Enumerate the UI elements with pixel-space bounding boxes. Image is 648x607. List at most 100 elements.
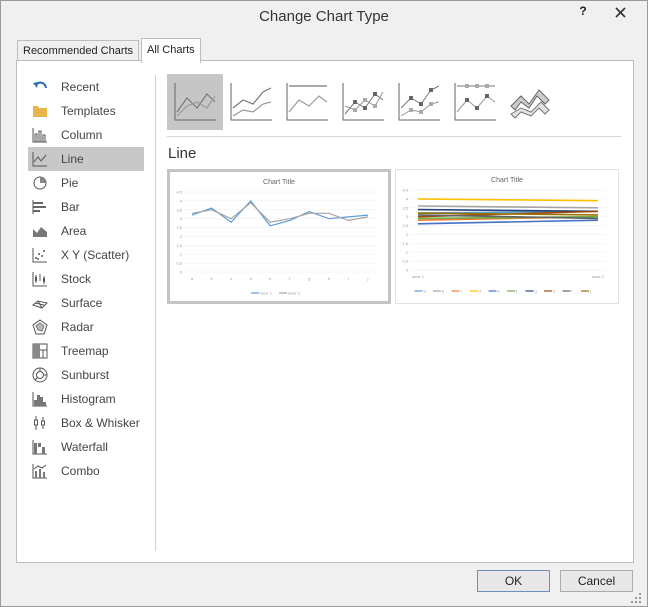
stacked-100-line-markers-subtype-icon: [454, 83, 496, 121]
line-markers-subtype-icon: [342, 83, 384, 121]
sidebar-item-label: Area: [61, 224, 87, 238]
tab-all-charts[interactable]: All Charts: [141, 38, 201, 63]
sidebar-item-line[interactable]: Line: [28, 147, 144, 171]
legend-label: sectr 2: [288, 291, 301, 296]
series-line: [417, 219, 599, 225]
chart-preview-series-by-series[interactable]: Chart Title 4,5 4 3,5 3 2,5 2 1,5 1 0,5 0 sectr 1 se…: [395, 169, 619, 304]
y-tick-label: 2: [180, 234, 183, 239]
sidebar-item-label: Stock: [61, 272, 92, 286]
pie-chart-icon: [33, 176, 47, 190]
sunburst-chart-icon: [32, 367, 48, 383]
sidebar-item-label: Line: [61, 152, 84, 166]
legend-label: e: [498, 289, 501, 294]
y-tick-label: 3,5: [402, 205, 408, 210]
stock-chart-icon: [32, 272, 47, 287]
combo-chart-icon: [32, 464, 47, 479]
sidebar-item-label: Templates: [61, 104, 116, 118]
stacked-line-markers-subtype-icon: [398, 83, 440, 121]
series-line: [417, 198, 599, 202]
title-bar: Change Chart Type ?: [1, 1, 647, 33]
line-3d-subtype-icon: [510, 89, 550, 119]
x-tick-label: j: [367, 276, 369, 281]
legend-label: j: [589, 289, 591, 294]
sidebar-item-label: Pie: [61, 176, 79, 190]
gallery-divider: [167, 136, 621, 137]
sidebar-item-waterfall[interactable]: Waterfall: [28, 435, 144, 459]
sidebar-item-label: Radar: [61, 320, 94, 334]
stacked-line-subtype-icon: [230, 83, 272, 121]
treemap-chart-icon: [32, 343, 48, 359]
undo-arrow-icon: [33, 81, 47, 89]
panel-divider: [155, 75, 156, 551]
chart-preview-series-by-category[interactable]: Chart Title 4,5 4 3,5 3 2,5 2 1,5 1 0,5 0 a b c d e f g h i…: [167, 169, 391, 304]
sidebar-item-box-whisker[interactable]: Box & Whisker: [28, 411, 144, 435]
subtype-line[interactable]: [167, 74, 223, 130]
x-tick-label: g: [308, 276, 310, 281]
subtype-stacked-line[interactable]: [223, 74, 279, 130]
x-tick-label: f: [289, 276, 291, 281]
sidebar-item-label: Histogram: [61, 392, 116, 406]
dialog-title: Change Chart Type: [259, 8, 389, 25]
x-tick-label: sectr 1: [412, 274, 425, 279]
x-tick-label: b: [210, 276, 213, 281]
help-button[interactable]: ?: [575, 4, 591, 20]
y-tick-label: 1: [406, 250, 409, 255]
y-tick-label: 0: [180, 270, 183, 275]
sidebar-item-label: Surface: [61, 296, 103, 310]
sidebar-item-label: Column: [61, 128, 103, 142]
column-chart-icon: [32, 128, 47, 143]
sidebar-item-combo[interactable]: Combo: [28, 459, 144, 483]
subtype-stacked-line-with-markers[interactable]: [391, 74, 447, 130]
legend-label: f: [516, 289, 518, 294]
y-tick-label: 3,5: [176, 207, 182, 212]
sidebar-item-treemap[interactable]: Treemap: [28, 339, 144, 363]
sidebar-item-label: Box & Whisker: [61, 416, 140, 430]
tab-recommended-charts[interactable]: Recommended Charts: [17, 40, 140, 62]
stacked-100-line-subtype-icon: [286, 83, 328, 121]
sidebar-item-label: X Y (Scatter): [61, 248, 130, 262]
line-chart-icon: [32, 152, 47, 167]
sidebar-item-histogram[interactable]: Histogram: [28, 387, 144, 411]
sidebar-item-pie[interactable]: Pie: [28, 171, 144, 195]
sidebar-item-label: Combo: [61, 464, 100, 478]
x-tick-label: c: [230, 276, 232, 281]
legend-label: sectr 1: [260, 291, 273, 296]
resize-grip-icon[interactable]: [629, 591, 643, 605]
cancel-button[interactable]: Cancel: [560, 570, 633, 592]
y-tick-label: 4,5: [176, 190, 182, 195]
legend-label: i: [572, 289, 573, 294]
subtype-3d-line[interactable]: [503, 74, 559, 130]
subtype-line-with-markers[interactable]: [335, 74, 391, 130]
sidebar-item-label: Bar: [61, 200, 80, 214]
change-chart-type-dialog: Change Chart Type ? Recommended Charts A…: [0, 0, 648, 607]
sidebar-item-label: Recent: [61, 80, 100, 94]
preview-chart-1: Chart Title 4,5 4 3,5 3 2,5 2 1,5 1 0,5 0 a b c d e f g h i…: [176, 179, 376, 296]
y-tick-label: 2,5: [402, 223, 408, 228]
sidebar-item-radar[interactable]: Radar: [28, 315, 144, 339]
y-tick-label: 1,5: [402, 241, 408, 246]
series-line: [191, 201, 369, 223]
x-tick-label: sectr 2: [592, 274, 605, 279]
preview-chart-title: Chart Title: [491, 177, 523, 184]
legend-label: b: [442, 289, 445, 294]
sidebar-item-surface[interactable]: Surface: [28, 291, 144, 315]
sidebar-item-area[interactable]: Area: [28, 219, 144, 243]
sidebar-item-label: Treemap: [61, 344, 109, 358]
sidebar-item-templates[interactable]: Templates: [28, 99, 144, 123]
surface-chart-icon: [32, 300, 48, 309]
sidebar-item-bar[interactable]: Bar: [28, 195, 144, 219]
y-tick-label: 4: [180, 198, 183, 203]
y-tick-label: 4,5: [402, 188, 408, 193]
all-charts-panel: Recent Templates Column Line Pie Bar Are…: [16, 60, 634, 563]
close-button[interactable]: [599, 2, 643, 22]
x-tick-label: d: [250, 276, 252, 281]
subtype-100-stacked-line-with-markers[interactable]: [447, 74, 503, 130]
x-tick-label: i: [348, 276, 349, 281]
sidebar-item-column[interactable]: Column: [28, 123, 144, 147]
subtype-100-stacked-line[interactable]: [279, 74, 335, 130]
ok-button[interactable]: OK: [477, 570, 550, 592]
sidebar-item-stock[interactable]: Stock: [28, 267, 144, 291]
sidebar-item-sunburst[interactable]: Sunburst: [28, 363, 144, 387]
sidebar-item-xy-scatter[interactable]: X Y (Scatter): [28, 243, 144, 267]
sidebar-item-recent[interactable]: Recent: [28, 75, 144, 99]
